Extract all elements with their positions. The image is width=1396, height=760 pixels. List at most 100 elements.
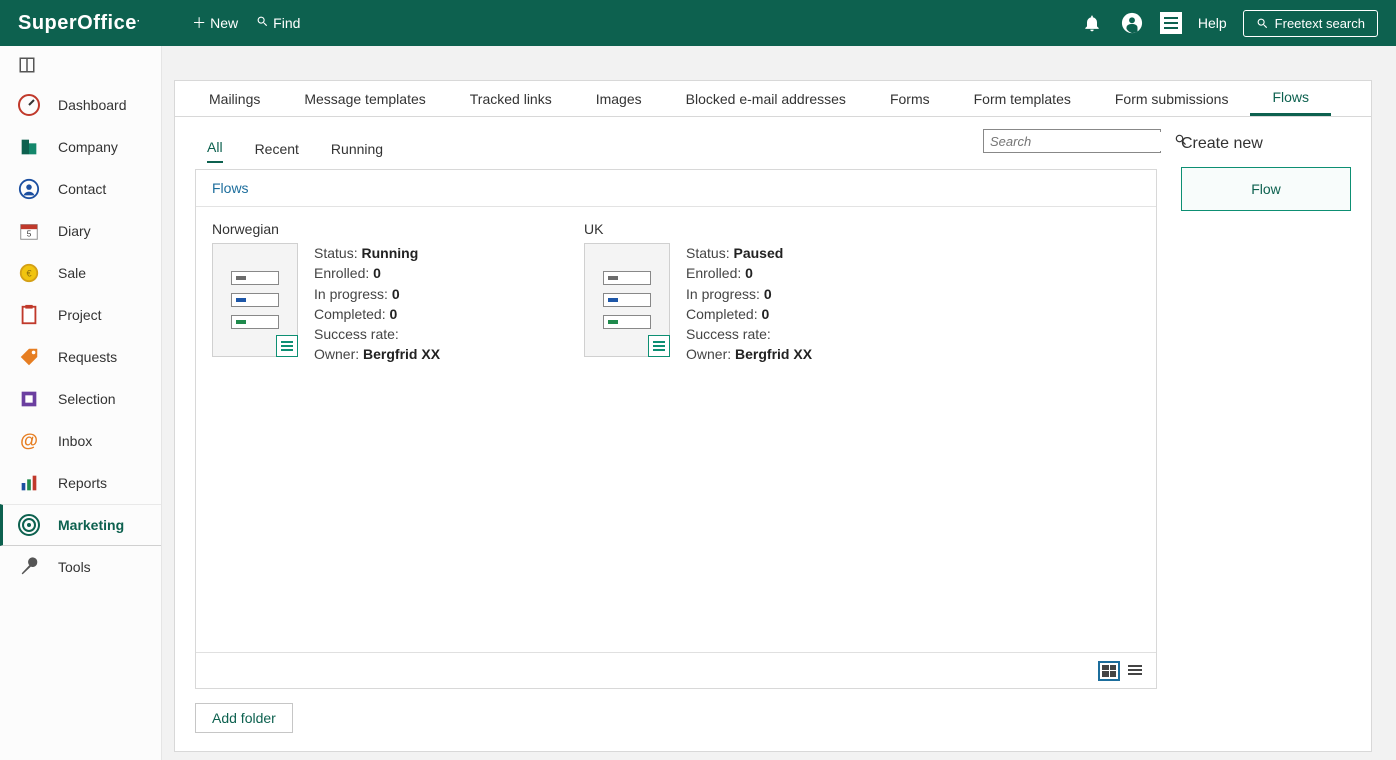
coin-icon: € bbox=[16, 260, 42, 286]
subtab-label: Recent bbox=[255, 141, 299, 157]
stat-value: 0 bbox=[745, 265, 753, 281]
stat-label: Completed: bbox=[314, 306, 386, 322]
tab-tracked-links[interactable]: Tracked links bbox=[448, 81, 574, 116]
tab-label: Message templates bbox=[304, 91, 425, 107]
flow-thumbnail bbox=[212, 243, 298, 357]
sidebar-item-sale[interactable]: € Sale bbox=[0, 252, 161, 294]
stat-label: Status: bbox=[686, 245, 730, 261]
sidebar-item-reports[interactable]: Reports bbox=[0, 462, 161, 504]
stat-label: Enrolled: bbox=[686, 265, 741, 281]
contact-icon bbox=[16, 176, 42, 202]
wrench-icon bbox=[16, 554, 42, 580]
list-view-icon[interactable] bbox=[1126, 663, 1144, 679]
flow-name: Norwegian bbox=[212, 221, 554, 237]
sidebar-label: Inbox bbox=[58, 433, 92, 449]
stat-label: In progress: bbox=[686, 286, 760, 302]
card-menu-icon[interactable] bbox=[276, 335, 298, 357]
sidebar-label: Dashboard bbox=[58, 97, 127, 113]
subtab-running[interactable]: Running bbox=[331, 141, 383, 163]
tab-form-templates[interactable]: Form templates bbox=[952, 81, 1093, 116]
sidebar-item-company[interactable]: Company bbox=[0, 126, 161, 168]
create-title: Create new bbox=[1181, 135, 1351, 153]
tab-message-templates[interactable]: Message templates bbox=[282, 81, 447, 116]
flows-breadcrumb[interactable]: Flows bbox=[196, 170, 1156, 207]
search-field[interactable] bbox=[983, 129, 1161, 153]
menu-icon[interactable] bbox=[1160, 12, 1182, 34]
selection-icon bbox=[16, 386, 42, 412]
stat-label: Status: bbox=[314, 245, 358, 261]
subtab-label: All bbox=[207, 139, 223, 155]
tab-label: Form templates bbox=[974, 91, 1071, 107]
freetext-search-button[interactable]: Freetext search bbox=[1243, 10, 1378, 37]
module-tabs: Mailings Message templates Tracked links… bbox=[174, 80, 1372, 116]
tab-label: Flows bbox=[1272, 89, 1309, 105]
sidebar-label: Tools bbox=[58, 559, 91, 575]
sidebar-item-requests[interactable]: Requests bbox=[0, 336, 161, 378]
view-toggle-row bbox=[196, 652, 1156, 688]
stat-value: 0 bbox=[761, 306, 769, 322]
tab-flows[interactable]: Flows bbox=[1250, 81, 1331, 116]
subtab-label: Running bbox=[331, 141, 383, 157]
gauge-icon bbox=[16, 92, 42, 118]
tab-blocked-email[interactable]: Blocked e-mail addresses bbox=[664, 81, 868, 116]
grid-view-icon[interactable] bbox=[1100, 663, 1118, 679]
tab-mailings[interactable]: Mailings bbox=[187, 81, 282, 116]
sidebar-item-project[interactable]: Project bbox=[0, 294, 161, 336]
new-button[interactable]: ＋ New bbox=[192, 13, 238, 33]
flow-card[interactable]: Norwegian Status: Running bbox=[212, 221, 554, 365]
app-header: SuperOffice. ＋ New Find Help Freetext se… bbox=[0, 0, 1396, 46]
stat-value: Running bbox=[361, 245, 418, 261]
sidebar-item-marketing[interactable]: Marketing bbox=[0, 504, 161, 546]
flow-card[interactable]: UK Status: Paused Enro bbox=[584, 221, 926, 365]
tab-forms[interactable]: Forms bbox=[868, 81, 952, 116]
sidebar-item-inbox[interactable]: @ Inbox bbox=[0, 420, 161, 462]
create-panel: Create new Flow bbox=[1181, 133, 1351, 733]
add-folder-button[interactable]: Add folder bbox=[195, 703, 293, 733]
panel-icon[interactable] bbox=[0, 46, 161, 84]
panel: All Recent Running Flows Norwegian bbox=[174, 116, 1372, 752]
chart-icon bbox=[16, 470, 42, 496]
sidebar-item-selection[interactable]: Selection bbox=[0, 378, 161, 420]
search-icon[interactable] bbox=[1174, 133, 1188, 150]
bell-icon[interactable] bbox=[1080, 11, 1104, 35]
find-label: Find bbox=[273, 15, 300, 31]
tab-label: Images bbox=[596, 91, 642, 107]
freetext-label: Freetext search bbox=[1275, 16, 1365, 31]
svg-text:@: @ bbox=[20, 430, 38, 451]
panel-left: All Recent Running Flows Norwegian bbox=[195, 133, 1157, 733]
plus-icon: ＋ bbox=[192, 13, 206, 33]
stat-value: 0 bbox=[392, 286, 400, 302]
stat-label: Enrolled: bbox=[314, 265, 369, 281]
stat-label: Owner: bbox=[686, 346, 731, 362]
brand-name: SuperOffice bbox=[18, 12, 137, 34]
sidebar-label: Contact bbox=[58, 181, 106, 197]
search-input[interactable] bbox=[984, 132, 1174, 151]
sidebar-item-diary[interactable]: 5 Diary bbox=[0, 210, 161, 252]
building-icon bbox=[16, 134, 42, 160]
sidebar-item-contact[interactable]: Contact bbox=[0, 168, 161, 210]
subtab-all[interactable]: All bbox=[207, 139, 223, 163]
sidebar: Dashboard Company Contact 5 Diary € Sale… bbox=[0, 46, 162, 760]
search-icon bbox=[256, 15, 269, 31]
create-button-label: Flow bbox=[1251, 181, 1281, 197]
stat-value: 0 bbox=[389, 306, 397, 322]
sidebar-item-tools[interactable]: Tools bbox=[0, 546, 161, 588]
help-link[interactable]: Help bbox=[1198, 15, 1227, 31]
create-flow-button[interactable]: Flow bbox=[1181, 167, 1351, 211]
stat-label: Success rate: bbox=[314, 326, 399, 342]
flows-container: Flows Norwegian bbox=[195, 169, 1157, 689]
main-area: Mailings Message templates Tracked links… bbox=[162, 46, 1396, 760]
subtab-recent[interactable]: Recent bbox=[255, 141, 299, 163]
user-icon[interactable] bbox=[1120, 11, 1144, 35]
tab-form-submissions[interactable]: Form submissions bbox=[1093, 81, 1251, 116]
new-label: New bbox=[210, 15, 238, 31]
tab-images[interactable]: Images bbox=[574, 81, 664, 116]
clipboard-icon bbox=[16, 302, 42, 328]
sidebar-item-dashboard[interactable]: Dashboard bbox=[0, 84, 161, 126]
card-menu-icon[interactable] bbox=[648, 335, 670, 357]
header-left-actions: ＋ New Find bbox=[192, 13, 300, 33]
app-logo: SuperOffice. bbox=[18, 12, 140, 35]
find-button[interactable]: Find bbox=[256, 13, 300, 33]
tab-label: Mailings bbox=[209, 91, 260, 107]
header-right: Help Freetext search bbox=[1080, 10, 1378, 37]
